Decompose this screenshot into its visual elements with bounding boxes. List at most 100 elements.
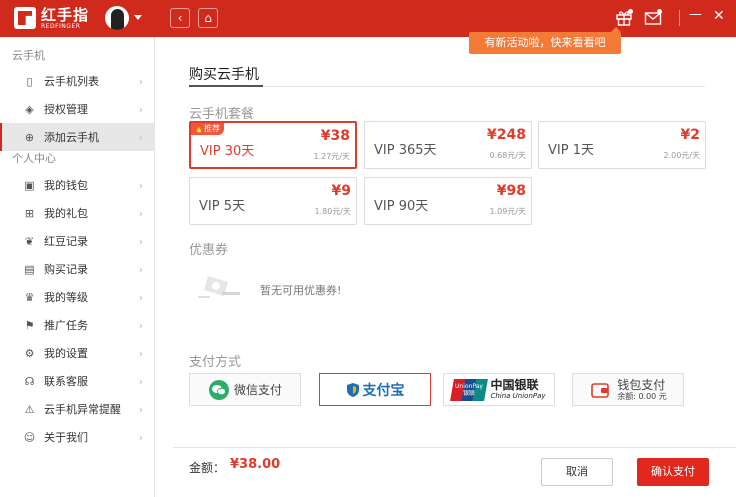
package-card-selected[interactable]: 🔥推荐 VIP 30天 ¥38 1.27元/天 xyxy=(189,121,357,169)
shield-icon: ◈ xyxy=(25,102,34,116)
unionpay-cn-label: 中国银联 xyxy=(490,377,539,392)
footer-divider xyxy=(173,447,736,448)
headset-icon: ☊ xyxy=(24,374,35,388)
sidebar-item-add-phone[interactable]: ⊕ 添加云手机 › xyxy=(0,123,154,151)
wechat-pay-option[interactable]: 微信支付 xyxy=(189,373,301,406)
package-card[interactable]: VIP 365天 ¥248 0.68元/天 xyxy=(364,121,532,169)
alipay-label: 支付宝 xyxy=(362,382,405,399)
package-name: VIP 365天 xyxy=(374,143,437,158)
package-card[interactable]: VIP 1天 ¥2 2.00元/天 xyxy=(538,121,706,169)
phone-icon: ▯ xyxy=(26,74,33,88)
package-price: ¥9 xyxy=(331,183,351,199)
chevron-right-icon: › xyxy=(138,206,143,220)
chevron-right-icon: › xyxy=(138,130,143,144)
package-name: VIP 1天 xyxy=(548,143,594,158)
amount-value: ¥38.00 xyxy=(230,457,281,472)
chevron-right-icon: › xyxy=(138,402,143,416)
minimize-button[interactable]: — xyxy=(689,7,702,22)
wallet-icon xyxy=(591,382,610,398)
sidebar-item-alerts[interactable]: ⚠ 云手机异常提醒 › xyxy=(0,395,154,423)
package-daily-price: 1.80元/天 xyxy=(314,207,351,216)
sidebar-item-about[interactable]: ☺ 关于我们 › xyxy=(0,423,154,451)
gift-notification-dot xyxy=(628,9,633,14)
title-divider xyxy=(189,86,705,87)
package-card[interactable]: VIP 90天 ¥98 1.09元/天 xyxy=(364,177,532,225)
bean-icon: ❦ xyxy=(24,234,35,248)
sidebar-item-label: 授权管理 xyxy=(44,103,88,116)
app-logo: 红手指 REDFINGER xyxy=(14,7,89,31)
chevron-right-icon: › xyxy=(138,74,143,88)
chevron-right-icon: › xyxy=(138,430,143,444)
back-button[interactable]: ‹ xyxy=(170,8,190,28)
package-price: ¥98 xyxy=(496,183,526,199)
confirm-pay-button[interactable]: 确认支付 xyxy=(637,458,709,486)
plus-circle-icon: ⊕ xyxy=(24,130,35,144)
package-card[interactable]: VIP 5天 ¥9 1.80元/天 xyxy=(189,177,357,225)
title-bar: 红手指 REDFINGER ‹ ⌂ — ✕ xyxy=(0,0,736,37)
sidebar-item-cloud-list[interactable]: ▯ 云手机列表 › xyxy=(0,67,154,95)
smiley-icon: ☺ xyxy=(23,430,36,444)
sidebar: 云手机 ▯ 云手机列表 › ◈ 授权管理 › ⊕ 添加云手机 › 个人中心 ▣ … xyxy=(0,37,155,497)
payment-label: 支付方式 xyxy=(189,355,242,370)
sidebar-item-label: 购买记录 xyxy=(44,263,88,276)
wallet-pay-label: 钱包支付 xyxy=(617,377,666,392)
cancel-button[interactable]: 取消 xyxy=(541,458,613,486)
sidebar-item-settings[interactable]: ⚙ 我的设置 › xyxy=(0,339,154,367)
page-title: 购买云手机 xyxy=(189,67,259,83)
sidebar-item-auth[interactable]: ◈ 授权管理 › xyxy=(0,95,154,123)
avatar-dropdown-icon[interactable] xyxy=(134,15,142,20)
mail-notification-dot xyxy=(657,9,662,14)
logo-mark-icon xyxy=(14,7,36,29)
receipt-icon: ▤ xyxy=(24,262,35,276)
sidebar-item-wallet[interactable]: ▣ 我的钱包 › xyxy=(0,171,154,199)
package-daily-price: 0.68元/天 xyxy=(489,151,526,160)
chevron-right-icon: › xyxy=(138,102,143,116)
title-underline xyxy=(189,85,263,87)
alipay-option[interactable]: 支付宝 xyxy=(319,373,431,406)
package-price: ¥2 xyxy=(680,127,700,143)
close-button[interactable]: ✕ xyxy=(713,8,725,24)
sidebar-item-label: 云手机列表 xyxy=(44,75,99,88)
warning-icon: ⚠ xyxy=(24,402,35,416)
coupon-empty-icon xyxy=(198,276,240,298)
sidebar-section-cloud: 云手机 xyxy=(12,49,45,62)
sidebar-item-label: 我的等级 xyxy=(44,291,88,304)
logo-name-cn: 红手指 xyxy=(41,6,90,24)
wallet-balance: 余额: 0.00 元 xyxy=(617,391,667,401)
titlebar-divider xyxy=(679,10,680,26)
sidebar-item-label: 添加云手机 xyxy=(44,131,99,144)
user-avatar[interactable] xyxy=(105,6,129,30)
chevron-right-icon: › xyxy=(138,290,143,304)
wechat-pay-label: 微信支付 xyxy=(233,383,282,397)
sidebar-item-beans[interactable]: ❦ 红豆记录 › xyxy=(0,227,154,255)
unionpay-option[interactable]: UnionPay 银联 中国银联 China UnionPay xyxy=(443,373,555,406)
chevron-right-icon: › xyxy=(138,262,143,276)
sidebar-item-label: 推广任务 xyxy=(44,319,88,332)
sidebar-item-promotion[interactable]: ⚑ 推广任务 › xyxy=(0,311,154,339)
recommend-badge: 🔥推荐 xyxy=(191,123,224,135)
sidebar-item-purchases[interactable]: ▤ 购买记录 › xyxy=(0,255,154,283)
sidebar-item-gifts[interactable]: ⊞ 我的礼包 › xyxy=(0,199,154,227)
unionpay-logo-icon: UnionPay 银联 xyxy=(450,378,489,401)
wechat-icon xyxy=(208,379,229,400)
package-name: VIP 90天 xyxy=(374,199,429,214)
flag-icon: ⚑ xyxy=(24,318,35,332)
chevron-right-icon: › xyxy=(138,374,143,388)
chevron-right-icon: › xyxy=(138,234,143,248)
package-name: VIP 30天 xyxy=(200,144,255,159)
logo-name-en: REDFINGER xyxy=(41,23,81,30)
sidebar-item-label: 联系客服 xyxy=(44,375,88,388)
wallet-pay-option[interactable]: 钱包支付 余额: 0.00 元 xyxy=(572,373,684,406)
package-daily-price: 1.09元/天 xyxy=(489,207,526,216)
sidebar-item-label: 关于我们 xyxy=(44,431,88,444)
sidebar-item-level[interactable]: ♛ 我的等级 › xyxy=(0,283,154,311)
chevron-right-icon: › xyxy=(138,346,143,360)
package-price: ¥38 xyxy=(320,128,350,144)
sidebar-item-label: 我的礼包 xyxy=(44,207,88,220)
package-daily-price: 1.27元/天 xyxy=(313,152,350,161)
crown-icon: ♛ xyxy=(24,290,35,304)
back-icon: ‹ xyxy=(177,11,183,25)
coupon-label: 优惠券 xyxy=(189,243,229,258)
sidebar-item-support[interactable]: ☊ 联系客服 › xyxy=(0,367,154,395)
home-button[interactable]: ⌂ xyxy=(198,8,218,28)
